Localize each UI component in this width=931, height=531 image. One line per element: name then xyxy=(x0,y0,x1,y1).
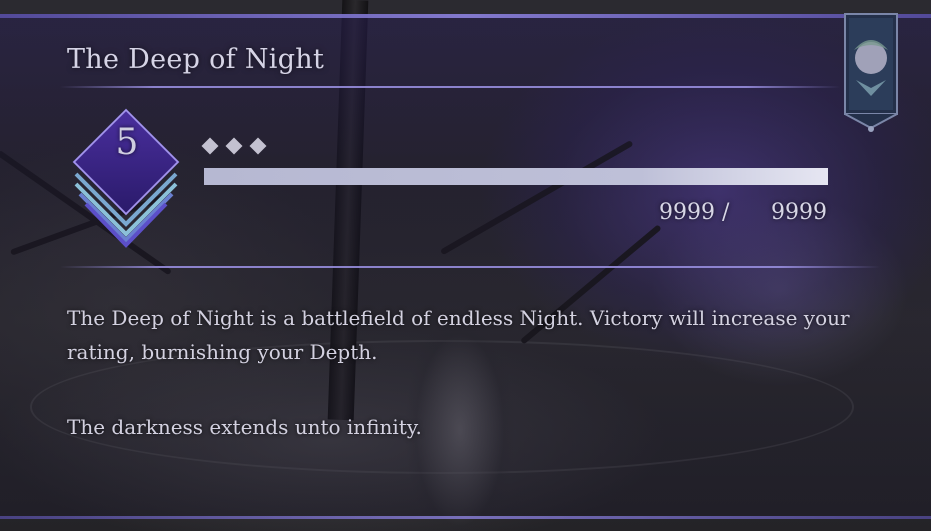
rating-current: 9999 / xyxy=(659,200,730,225)
night-banner-icon xyxy=(844,13,898,132)
panel-title: The Deep of Night xyxy=(67,44,325,75)
panel-bottom-border xyxy=(0,516,931,519)
section-divider xyxy=(60,266,880,268)
rating-max: 9999 xyxy=(771,200,827,225)
rating-progress-bar xyxy=(204,168,828,185)
diamond-pip-icon xyxy=(225,137,243,155)
panel-flavor-text: The darkness extends unto infinity. xyxy=(67,415,422,439)
diamond-pip-icon xyxy=(249,137,267,155)
rating-progress-fill xyxy=(204,168,828,185)
panel-top-border xyxy=(0,14,931,18)
panel-description: The Deep of Night is a battlefield of en… xyxy=(67,306,850,364)
progress-pips xyxy=(201,137,267,155)
depth-level-number: 5 xyxy=(115,122,139,163)
title-divider xyxy=(60,86,840,88)
diamond-pip-icon xyxy=(201,137,219,155)
